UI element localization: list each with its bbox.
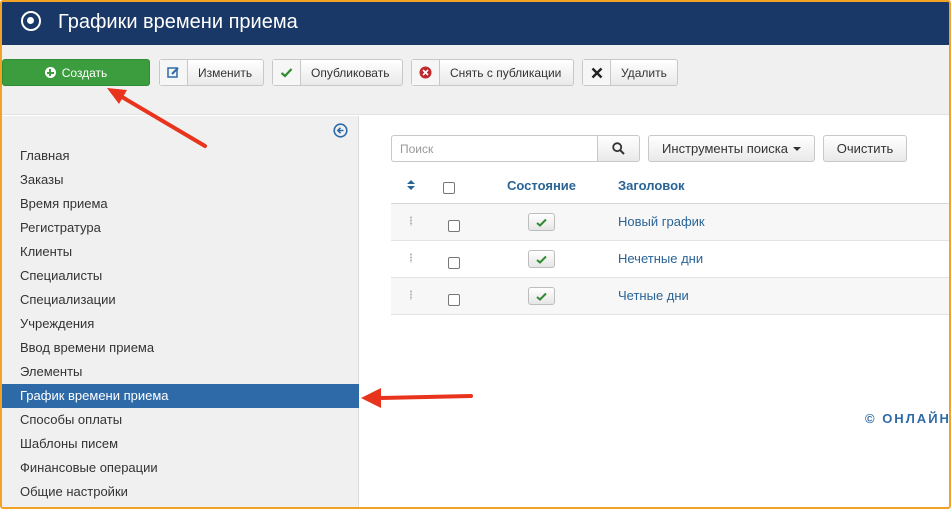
- search-tools-label: Инструменты поиска: [662, 141, 788, 156]
- toolbar: Создать Изменить Опубликовать Снять с пу…: [2, 45, 949, 115]
- clear-button-label: Очистить: [836, 141, 894, 156]
- column-header-state[interactable]: Состояние: [507, 178, 576, 193]
- row-checkbox[interactable]: [448, 294, 460, 306]
- check-icon: [536, 255, 547, 264]
- page-header: Графики времени приема: [2, 2, 949, 45]
- published-toggle[interactable]: [528, 213, 555, 231]
- page-title: Графики времени приема: [58, 11, 298, 33]
- sidebar-item-clients[interactable]: Клиенты: [2, 240, 359, 264]
- create-button[interactable]: Создать: [2, 59, 150, 86]
- delete-x-icon: [583, 60, 611, 85]
- check-icon: [273, 60, 301, 85]
- table-row: Нечетные дни: [391, 241, 949, 278]
- unpublish-button[interactable]: Снять с публикации: [411, 59, 574, 86]
- sidebar-item-registry[interactable]: Регистратура: [2, 216, 359, 240]
- sidebar-item-financial-operations[interactable]: Финансовые операции: [2, 456, 359, 480]
- search-input[interactable]: [391, 135, 598, 162]
- sidebar-item-time-input[interactable]: Ввод времени приема: [2, 336, 359, 360]
- clear-button[interactable]: Очистить: [823, 135, 907, 162]
- caret-down-icon: [792, 146, 801, 151]
- joomla-logo-icon: [21, 11, 41, 31]
- select-all-checkbox[interactable]: [443, 182, 455, 194]
- sidebar-item-specializations[interactable]: Специализации: [2, 288, 359, 312]
- edit-button[interactable]: Изменить: [159, 59, 264, 86]
- check-icon: [536, 218, 547, 227]
- unpublish-button-label: Снять с публикации: [450, 65, 562, 80]
- edit-icon: [160, 60, 188, 85]
- sidebar-item-email-templates[interactable]: Шаблоны писем: [2, 432, 359, 456]
- sidebar-item-reception-time[interactable]: Время приема: [2, 192, 359, 216]
- sidebar-item-specialists[interactable]: Специалисты: [2, 264, 359, 288]
- delete-button-label: Удалить: [621, 65, 667, 80]
- row-title-link[interactable]: Нечетные дни: [618, 251, 703, 266]
- drag-handle-icon[interactable]: [409, 290, 413, 300]
- sidebar-item-home[interactable]: Главная: [2, 144, 359, 168]
- column-header-title[interactable]: Заголовок: [618, 178, 685, 193]
- search-button[interactable]: [597, 135, 640, 162]
- sidebar-item-institutions[interactable]: Учреждения: [2, 312, 359, 336]
- sidebar-item-elements[interactable]: Элементы: [2, 360, 359, 384]
- row-checkbox[interactable]: [448, 220, 460, 232]
- sidebar-item-payment-methods[interactable]: Способы оплаты: [2, 408, 359, 432]
- collapse-sidebar-icon[interactable]: [333, 123, 348, 138]
- row-checkbox[interactable]: [448, 257, 460, 269]
- check-icon: [536, 292, 547, 301]
- sort-order-icon[interactable]: [407, 180, 415, 190]
- sidebar-item-schedule[interactable]: График времени приема: [2, 384, 359, 408]
- unpublish-icon: [412, 60, 440, 85]
- create-button-label: Создать: [61, 65, 108, 80]
- row-title-link[interactable]: Четные дни: [618, 288, 689, 303]
- footer-copyright: © ОНЛАЙН: [865, 411, 951, 426]
- sidebar-item-orders[interactable]: Заказы: [2, 168, 359, 192]
- publish-button[interactable]: Опубликовать: [272, 59, 403, 86]
- table-row: Новый график: [391, 204, 949, 241]
- drag-handle-icon[interactable]: [409, 253, 413, 263]
- plus-circle-icon: [44, 67, 56, 78]
- row-title-link[interactable]: Новый график: [618, 214, 705, 229]
- delete-button[interactable]: Удалить: [582, 59, 678, 86]
- sidebar: Главная Заказы Время приема Регистратура…: [2, 116, 359, 507]
- drag-handle-icon[interactable]: [409, 216, 413, 226]
- sidebar-item-general-settings[interactable]: Общие настройки: [2, 480, 359, 504]
- publish-button-label: Опубликовать: [311, 65, 390, 80]
- search-tools-button[interactable]: Инструменты поиска: [648, 135, 815, 162]
- published-toggle[interactable]: [528, 250, 555, 268]
- annotation-arrow-icon: [361, 388, 473, 408]
- search-icon: [612, 142, 625, 155]
- edit-button-label: Изменить: [198, 65, 253, 80]
- published-toggle[interactable]: [528, 287, 555, 305]
- app-window: Графики времени приема Создать Изменить …: [0, 0, 951, 509]
- table-header: Состояние Заголовок: [391, 168, 949, 204]
- table-row: Четные дни: [391, 278, 949, 315]
